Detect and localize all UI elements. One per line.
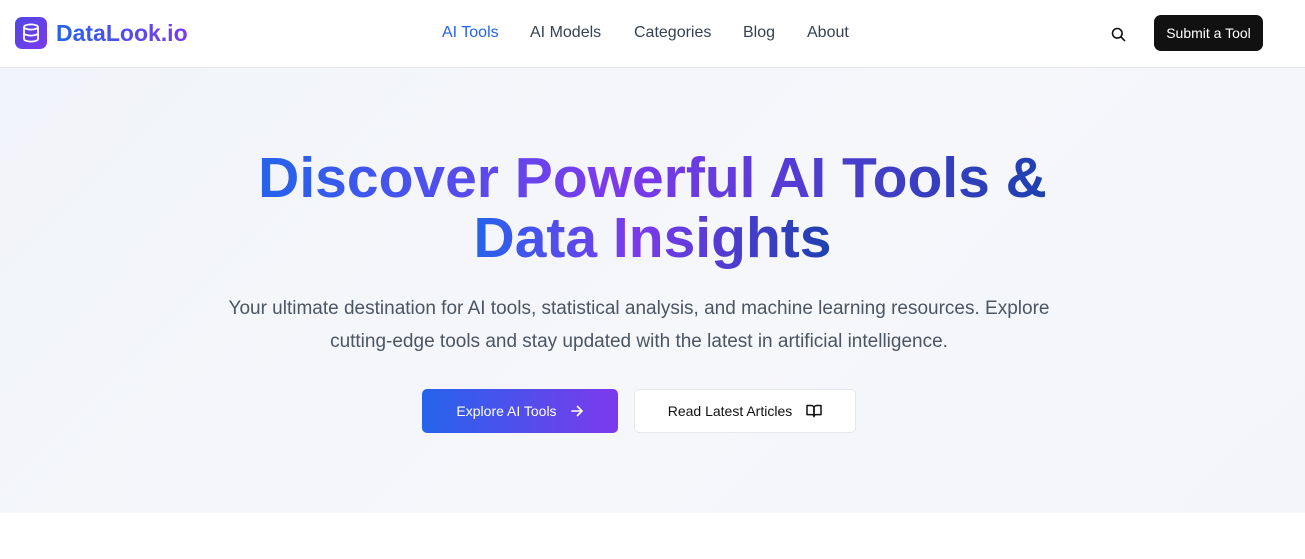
submit-tool-button[interactable]: Submit a Tool [1154,15,1263,51]
hero-title: Discover Powerful AI Tools & Data Insigh… [0,148,1305,268]
book-open-icon [806,404,822,418]
hero-subtitle-line-1: Your ultimate destination for AI tools, … [228,298,1050,319]
explore-ai-tools-button[interactable]: Explore AI Tools [422,389,618,433]
nav-item-blog[interactable]: Blog [743,23,775,43]
hero-subtitle-line-2: cutting-edge tools and stay updated with… [330,331,948,352]
search-icon[interactable] [1107,23,1129,45]
hero-title-line-1: Discover Powerful AI Tools & [258,146,1047,210]
hero-subtitle: Your ultimate destination for AI tools, … [200,292,1078,358]
nav-item-ai-models[interactable]: AI Models [530,23,601,43]
hero-section: Discover Powerful AI Tools & Data Insigh… [0,68,1305,513]
explore-ai-tools-label: Explore AI Tools [456,403,557,419]
read-latest-articles-label: Read Latest Articles [667,403,793,419]
site-header: DataLook.io AI Tools AI Models Categorie… [0,0,1305,68]
nav-item-ai-tools[interactable]: AI Tools [442,23,499,43]
hero-title-line-2: Data Insights [473,206,832,270]
nav-item-about[interactable]: About [807,23,849,43]
read-latest-articles-button[interactable]: Read Latest Articles [634,389,856,433]
arrow-right-icon [570,404,584,418]
nav-item-categories[interactable]: Categories [634,23,711,43]
